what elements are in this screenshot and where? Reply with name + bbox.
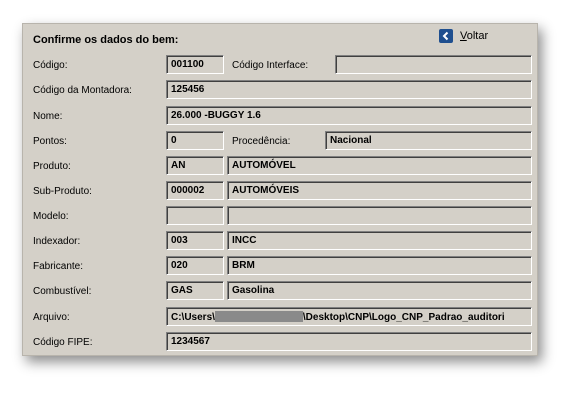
label-codigo: Código: bbox=[33, 60, 68, 71]
field-indexador-desc[interactable]: INCC bbox=[227, 231, 532, 250]
label-combustivel: Combustível: bbox=[33, 286, 92, 297]
back-label: Voltar bbox=[460, 30, 489, 42]
field-produto-code[interactable]: AN bbox=[166, 156, 224, 175]
arquivo-path-prefix: C:\Users\ bbox=[171, 312, 215, 323]
field-codigo-fipe[interactable]: 1234567 bbox=[166, 332, 532, 351]
field-fabricante-code[interactable]: 020 bbox=[166, 256, 224, 275]
field-combustivel-desc[interactable]: Gasolina bbox=[227, 281, 532, 300]
label-codigo-montadora: Código da Montadora: bbox=[33, 85, 132, 96]
field-sub-produto-desc[interactable]: AUTOMÓVEIS bbox=[227, 181, 532, 200]
field-modelo-code[interactable] bbox=[166, 206, 224, 225]
form-title: Confirme os dados do bem: bbox=[33, 34, 179, 46]
label-arquivo: Arquivo: bbox=[33, 312, 70, 323]
back-arrow-icon bbox=[439, 29, 453, 43]
label-indexador: Indexador: bbox=[33, 236, 81, 247]
field-codigo[interactable]: 001100 bbox=[166, 55, 224, 74]
label-sub-produto: Sub-Produto: bbox=[33, 186, 92, 197]
back-button[interactable]: Voltar bbox=[439, 28, 488, 44]
field-produto-desc[interactable]: AUTOMÓVEL bbox=[227, 156, 532, 175]
label-codigo-fipe: Código FIPE: bbox=[33, 337, 93, 348]
confirm-asset-panel: Confirme os dados do bem: Voltar Código:… bbox=[22, 23, 538, 356]
field-sub-produto-code[interactable]: 000002 bbox=[166, 181, 224, 200]
field-combustivel-code[interactable]: GAS bbox=[166, 281, 224, 300]
label-codigo-interface: Código Interface: bbox=[232, 60, 309, 71]
arquivo-path-suffix: \Desktop\CNP\Logo_CNP_Padrao_auditori bbox=[302, 312, 505, 323]
field-codigo-montadora[interactable]: 125456 bbox=[166, 80, 532, 99]
label-fabricante: Fabricante: bbox=[33, 261, 84, 272]
label-pontos: Pontos: bbox=[33, 136, 67, 147]
field-codigo-interface[interactable] bbox=[335, 55, 532, 74]
field-fabricante-desc[interactable]: BRM bbox=[227, 256, 532, 275]
label-procedencia: Procedência: bbox=[232, 136, 291, 147]
field-nome[interactable]: 26.000 -BUGGY 1.6 bbox=[166, 106, 532, 125]
field-indexador-code[interactable]: 003 bbox=[166, 231, 224, 250]
field-modelo-desc[interactable] bbox=[227, 206, 532, 225]
redacted-username bbox=[214, 311, 303, 322]
field-arquivo[interactable]: C:\Users\ \Desktop\CNP\Logo_CNP_Padrao_au… bbox=[166, 307, 532, 326]
label-modelo: Modelo: bbox=[33, 211, 69, 222]
field-pontos[interactable]: 0 bbox=[166, 131, 224, 150]
field-procedencia[interactable]: Nacional bbox=[325, 131, 532, 150]
label-nome: Nome: bbox=[33, 111, 63, 122]
label-produto: Produto: bbox=[33, 161, 71, 172]
